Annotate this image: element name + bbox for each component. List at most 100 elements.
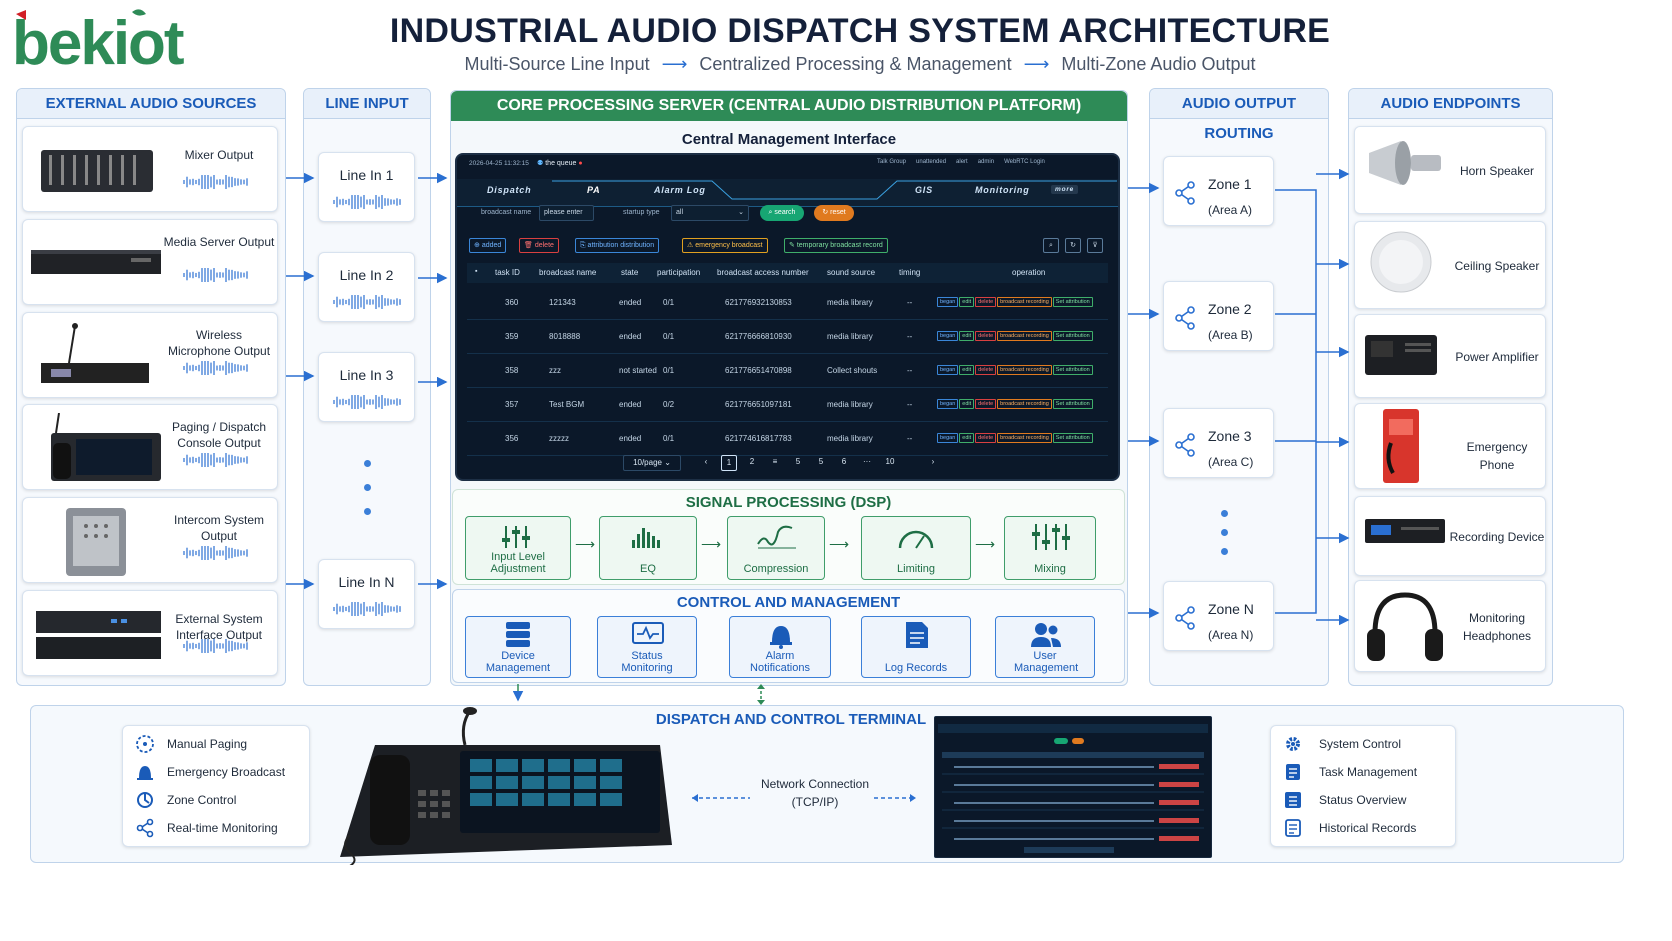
table-cell: --: [907, 366, 913, 375]
row-operations: began edit delete broadcast recording Set at…: [937, 324, 1097, 343]
cm-status-monitoring[interactable]: Status Monitoring: [597, 616, 697, 678]
topbar-talk-group[interactable]: Talk Group: [877, 159, 906, 165]
row-broadcast-recording-button[interactable]: broadcast recording: [997, 433, 1052, 443]
topbar-unattended[interactable]: unattended: [916, 159, 946, 165]
row-edit-button[interactable]: edit: [959, 365, 975, 375]
refresh-icon: ↻: [822, 209, 831, 216]
page-size-select[interactable]: 10/page ⌄: [623, 455, 681, 471]
topbar-webrtc-login[interactable]: WebRTC Login: [1004, 159, 1045, 165]
endpoint-card: Power Amplifier: [1354, 314, 1546, 398]
page-title: INDUSTRIAL AUDIO DISPATCH SYSTEM ARCHITE…: [389, 12, 1331, 50]
sources-header: EXTERNAL AUDIO SOURCES: [17, 89, 285, 119]
table-cell: 360: [505, 298, 519, 307]
refresh-icon[interactable]: ↻: [1065, 238, 1081, 253]
control-panel: CONTROL AND MANAGEMENT Device Management…: [452, 589, 1125, 683]
topbar-alert[interactable]: alert: [956, 159, 968, 165]
row-set-attribution-button[interactable]: Set attribution: [1052, 399, 1093, 409]
search-icon[interactable]: ⌕: [1043, 238, 1059, 253]
table-cell: zzz: [549, 366, 561, 375]
select-all-checkbox[interactable]: ▪: [475, 268, 477, 275]
table-cell: zzzzz: [549, 434, 569, 443]
endpoint-label: Emergency Phone: [1466, 440, 1528, 472]
cm-device-management[interactable]: Device Management: [465, 616, 571, 678]
endpoint-card: Ceiling Speaker: [1354, 221, 1546, 309]
page-1-button[interactable]: 1: [721, 455, 737, 471]
tab-alarm-log[interactable]: Alarm Log: [654, 185, 706, 195]
terminal-screen-image: [934, 716, 1212, 858]
zone-name: Zone 3: [1208, 428, 1252, 444]
prev-page-icon[interactable]: ‹: [698, 455, 714, 471]
row-began-button[interactable]: began: [937, 433, 959, 443]
tab-pa[interactable]: PA: [587, 185, 600, 195]
row-delete-button[interactable]: delete: [975, 365, 997, 375]
row-set-attribution-button[interactable]: Set attribution: [1052, 365, 1093, 375]
row-delete-button[interactable]: delete: [975, 399, 997, 409]
temporary-broadcast-record-button[interactable]: ✎ temporary broadcast record: [784, 238, 888, 253]
topbar-admin[interactable]: admin: [978, 159, 994, 165]
page-8-button[interactable]: 10: [882, 455, 898, 471]
next-page-icon[interactable]: ›: [925, 455, 941, 471]
zone-card[interactable]: Zone 2 (Area B): [1163, 281, 1274, 351]
feature-real-time-monitoring: Real-time Monitoring: [167, 821, 278, 835]
row-broadcast-recording-button[interactable]: broadcast recording: [997, 331, 1052, 341]
row-delete-button[interactable]: delete: [975, 433, 997, 443]
interface-title: Central Management Interface: [681, 131, 897, 148]
zone-card[interactable]: Zone 1 (Area A): [1163, 156, 1274, 226]
row-delete-button[interactable]: delete: [975, 297, 997, 307]
row-began-button[interactable]: began: [937, 399, 959, 409]
arrow-right-icon: ⟶: [1023, 54, 1050, 74]
cm-label: Log Records: [884, 662, 948, 674]
horn-speaker-icon: [1369, 141, 1441, 185]
tab-more[interactable]: more: [1051, 185, 1079, 194]
audio-waveform-icon: [183, 453, 248, 467]
startup-type-select[interactable]: all ⌄: [671, 205, 749, 221]
page-3-button[interactable]: ≡: [767, 455, 783, 471]
row-set-attribution-button[interactable]: Set attribution: [1052, 297, 1093, 307]
row-set-attribution-button[interactable]: Set attribution: [1052, 433, 1093, 443]
broadcast-name-input[interactable]: please enter: [539, 205, 594, 221]
zone-card[interactable]: Zone 3 (Area C): [1163, 408, 1274, 478]
row-edit-button[interactable]: edit: [959, 331, 975, 341]
dsp-label: Input Level Adjustment: [490, 551, 546, 575]
row-began-button[interactable]: began: [937, 297, 959, 307]
row-began-button[interactable]: began: [937, 365, 959, 375]
tab-gis[interactable]: GIS: [915, 185, 933, 195]
arrow-right-icon: ⟶: [575, 536, 596, 552]
row-edit-button[interactable]: edit: [959, 399, 975, 409]
delete-button[interactable]: 🗑 delete: [519, 238, 559, 253]
search-button[interactable]: ⌕ search: [760, 205, 804, 221]
reset-button[interactable]: ↻ reset: [814, 205, 854, 221]
page-2-button[interactable]: 2: [744, 455, 760, 471]
row-delete-button[interactable]: delete: [975, 331, 997, 341]
added-button[interactable]: ⊕ added: [469, 238, 507, 253]
cm-label: Status Monitoring: [621, 650, 673, 674]
tab-dispatch[interactable]: Dispatch: [487, 185, 531, 195]
core-header: CORE PROCESSING SERVER (CENTRAL AUDIO DI…: [451, 91, 1127, 121]
zone-card[interactable]: Zone N (Area N): [1163, 581, 1274, 651]
row-broadcast-recording-button[interactable]: broadcast recording: [997, 297, 1052, 307]
row-broadcast-recording-button[interactable]: broadcast recording: [997, 365, 1052, 375]
attribution-distribution-button[interactable]: ⎘ attribution distribution: [575, 238, 660, 253]
queue-link[interactable]: ⚉ the queue ●: [537, 159, 583, 167]
page-4-button[interactable]: 5: [790, 455, 806, 471]
filter-icon[interactable]: ⊽: [1087, 238, 1103, 253]
document-icon: [906, 622, 928, 648]
tab-monitoring[interactable]: Monitoring: [975, 185, 1030, 195]
page-7-button[interactable]: ···: [859, 455, 875, 471]
cm-alarm-notifications[interactable]: Alarm Notifications: [729, 616, 831, 678]
zone-area: (Area A): [1208, 203, 1253, 217]
audio-waveform-icon: [183, 175, 248, 189]
emergency-broadcast-button[interactable]: ⚠ emergency broadcast: [682, 238, 768, 253]
row-broadcast-recording-button[interactable]: broadcast recording: [997, 399, 1052, 409]
row-set-attribution-button[interactable]: Set attribution: [1052, 331, 1093, 341]
cm-user-management[interactable]: User Management: [995, 616, 1095, 678]
page-6-button[interactable]: 6: [836, 455, 852, 471]
row-edit-button[interactable]: edit: [959, 433, 975, 443]
dsp-panel: SIGNAL PROCESSING (DSP) Input Level Adju…: [452, 489, 1125, 585]
page-5-button[interactable]: 5: [813, 455, 829, 471]
row-edit-button[interactable]: edit: [959, 297, 975, 307]
cm-log-records[interactable]: Log Records: [861, 616, 971, 678]
zone-control-icon: [137, 792, 153, 808]
row-began-button[interactable]: began: [937, 331, 959, 341]
table-cell: --: [907, 332, 913, 341]
